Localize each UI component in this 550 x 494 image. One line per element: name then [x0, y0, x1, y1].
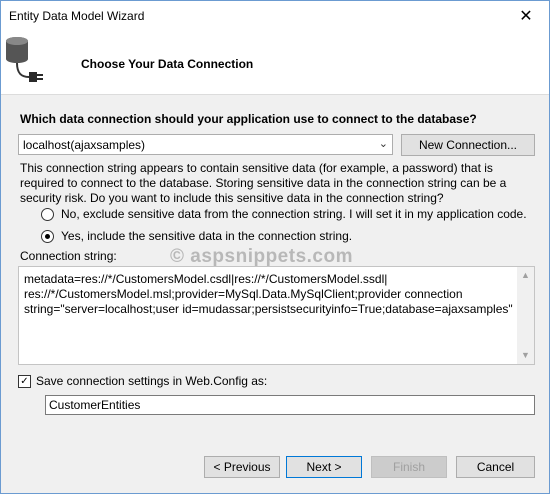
previous-button[interactable]: < Previous	[204, 456, 280, 478]
radio-yes[interactable]	[41, 229, 54, 243]
title-bar: Entity Data Model Wizard ✕	[1, 1, 549, 31]
connection-string-text: metadata=res://*/CustomersModel.csdl|res…	[24, 272, 514, 317]
connection-string-line: metadata=res://*/CustomersModel.csdl|res…	[24, 272, 388, 286]
sensitive-data-warning: This connection string appears to contai…	[20, 161, 507, 205]
close-icon: ✕	[519, 8, 533, 25]
window-title: Entity Data Model Wizard	[9, 9, 145, 23]
wizard-window: Entity Data Model Wizard ✕ Choose Your D…	[0, 0, 550, 494]
scroll-up-icon[interactable]: ▲	[517, 267, 534, 284]
radio-yes-label: Yes, include the sensitive data in the c…	[61, 229, 353, 243]
vertical-scrollbar[interactable]: ▲ ▼	[517, 267, 534, 364]
save-settings-option[interactable]: ✓ Save connection settings in Web.Config…	[18, 374, 267, 388]
new-connection-button[interactable]: New Connection...	[401, 134, 535, 156]
scroll-down-icon[interactable]: ▼	[517, 347, 534, 364]
connection-string-line: res://*/CustomersModel.msl;provider=MySq…	[24, 287, 463, 301]
close-button[interactable]: ✕	[503, 1, 549, 31]
connection-dropdown[interactable]: localhost(ajaxsamples) ⌄	[18, 134, 393, 155]
radio-option-yes[interactable]: Yes, include the sensitive data in the c…	[41, 229, 352, 243]
wizard-header: Choose Your Data Connection	[1, 31, 549, 95]
radio-no[interactable]	[41, 207, 54, 221]
connection-string-line: string="server=localhost;user id=mudassa…	[24, 302, 513, 316]
finish-button: Finish	[371, 456, 447, 478]
cancel-button[interactable]: Cancel	[456, 456, 535, 478]
connection-dropdown-value: localhost(ajaxsamples)	[23, 138, 146, 152]
connection-question: Which data connection should your applic…	[20, 112, 477, 126]
save-settings-checkbox[interactable]: ✓	[18, 374, 31, 388]
chevron-down-icon: ⌄	[378, 138, 388, 150]
save-settings-label: Save connection settings in Web.Config a…	[36, 374, 268, 388]
entity-name-input[interactable]: CustomerEntities	[45, 395, 535, 415]
watermark: © aspsnippets.com	[170, 246, 353, 267]
page-title: Choose Your Data Connection	[81, 57, 254, 71]
connection-string-label: Connection string:	[20, 249, 117, 263]
radio-option-no[interactable]: No, exclude sensitive data from the conn…	[41, 207, 527, 221]
radio-no-label: No, exclude sensitive data from the conn…	[61, 207, 527, 221]
next-button[interactable]: Next >	[286, 456, 362, 478]
connection-string-box[interactable]: metadata=res://*/CustomersModel.csdl|res…	[18, 266, 535, 365]
database-plug-icon	[6, 37, 43, 82]
